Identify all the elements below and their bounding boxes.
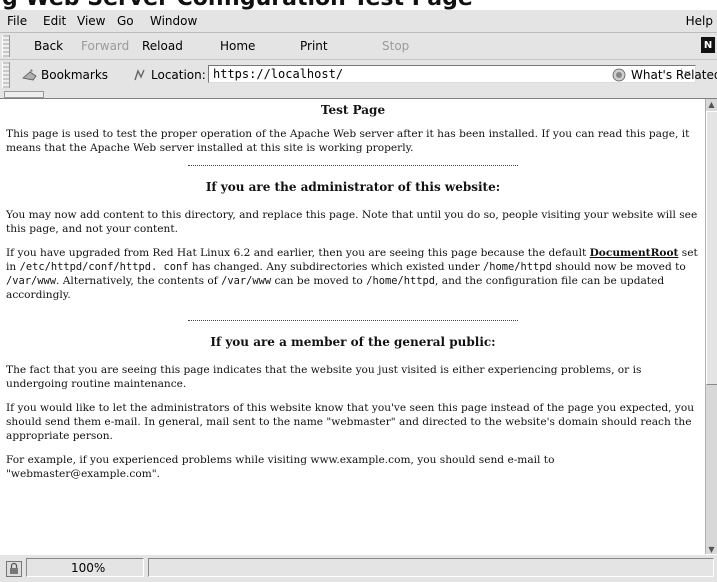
menu-go[interactable]: Go	[117, 14, 134, 28]
code-home-httpd-2: /home/httpd	[366, 275, 436, 287]
code-var-www: /var/www	[6, 275, 57, 287]
menu-help[interactable]: Help	[686, 14, 713, 28]
location-grip[interactable]	[2, 62, 10, 88]
admin-p2-text-1: If you have upgraded from Red Hat Linux …	[6, 247, 590, 259]
location-label: Location:	[151, 68, 206, 82]
menu-edit[interactable]: Edit	[43, 14, 66, 28]
bookmarks-icon	[22, 68, 38, 82]
vertical-scrollbar[interactable]: ▲ ▼	[705, 99, 717, 555]
location-toolbar: Bookmarks Location: https://localhost/ ▽…	[0, 60, 717, 91]
divider	[188, 320, 518, 321]
whats-related-button[interactable]: What's Related	[612, 68, 717, 82]
reload-button[interactable]: Reload	[142, 39, 183, 53]
admin-p2-text-5: . Alternatively, the contents of	[56, 275, 222, 287]
page-title: Test Page	[320, 103, 386, 117]
page-content: Test Page This page is used to test the …	[6, 99, 700, 491]
security-lock-icon[interactable]	[6, 561, 22, 577]
zoom-level: 100%	[26, 558, 144, 577]
url-text: https://localhost/	[213, 67, 344, 81]
stop-button[interactable]: Stop	[382, 39, 409, 53]
print-button[interactable]: Print	[300, 39, 328, 53]
scrollbar-thumb[interactable]	[706, 111, 717, 385]
page-viewport: Test Page This page is used to test the …	[0, 98, 717, 555]
menu-window[interactable]: Window	[150, 14, 197, 28]
status-bar: 100%	[0, 554, 717, 582]
netscape-logo-icon[interactable]: N	[701, 37, 715, 53]
bookmarks-label: Bookmarks	[41, 68, 109, 82]
admin-p2-text-4: should now be moved to	[551, 261, 686, 273]
page-proxy-icon[interactable]	[132, 68, 148, 82]
admin-paragraph-1: You may now add content to this director…	[6, 209, 698, 235]
back-button[interactable]: Back	[34, 39, 63, 53]
public-paragraph-3: For example, if you experienced problems…	[6, 454, 555, 480]
code-home-httpd: /home/httpd	[483, 261, 552, 273]
whats-related-icon	[612, 68, 628, 82]
navigation-toolbar: Back Forward Reload Home Print Stop N	[0, 33, 717, 60]
bookmarks-menu-button[interactable]: Bookmarks	[22, 68, 108, 82]
public-paragraph-1: The fact that you are seeing this page i…	[6, 364, 642, 390]
collapsed-toolbar-tab[interactable]	[4, 91, 44, 98]
scroll-up-arrow-icon[interactable]: ▲	[706, 99, 717, 110]
location-label-group: Location:	[132, 68, 206, 82]
public-heading: If you are a member of the general publi…	[210, 335, 496, 349]
whats-related-label: What's Related	[631, 68, 717, 82]
admin-heading: If you are the administrator of this web…	[205, 180, 501, 194]
home-button[interactable]: Home	[220, 39, 255, 53]
public-paragraph-2: If you would like to let the administrat…	[6, 402, 695, 442]
code-var-www-2: /var/www	[221, 275, 272, 287]
toolbar-grip[interactable]	[2, 35, 10, 57]
menu-file[interactable]: File	[7, 14, 27, 28]
status-message	[148, 558, 714, 577]
code-httpd-conf: /etc/httpd/conf/httpd. conf	[19, 261, 189, 273]
divider	[188, 165, 518, 166]
forward-button[interactable]: Forward	[81, 39, 129, 53]
menu-view[interactable]: View	[77, 14, 105, 28]
documentroot-link[interactable]: DocumentRoot	[590, 247, 679, 259]
intro-paragraph: This page is used to test the proper ope…	[6, 128, 690, 154]
cropped-page-heading: g Web Server Configuration Test Page	[0, 0, 717, 10]
menu-bar: File Edit View Go Window Help	[0, 10, 717, 33]
admin-p2-text-6: can be moved to	[271, 275, 367, 287]
admin-p2-text-3: has changed. Any subdirectories which ex…	[188, 261, 484, 273]
personal-toolbar-grip[interactable]	[0, 90, 717, 98]
admin-paragraph-2: If you have upgraded from Red Hat Linux …	[6, 246, 700, 302]
